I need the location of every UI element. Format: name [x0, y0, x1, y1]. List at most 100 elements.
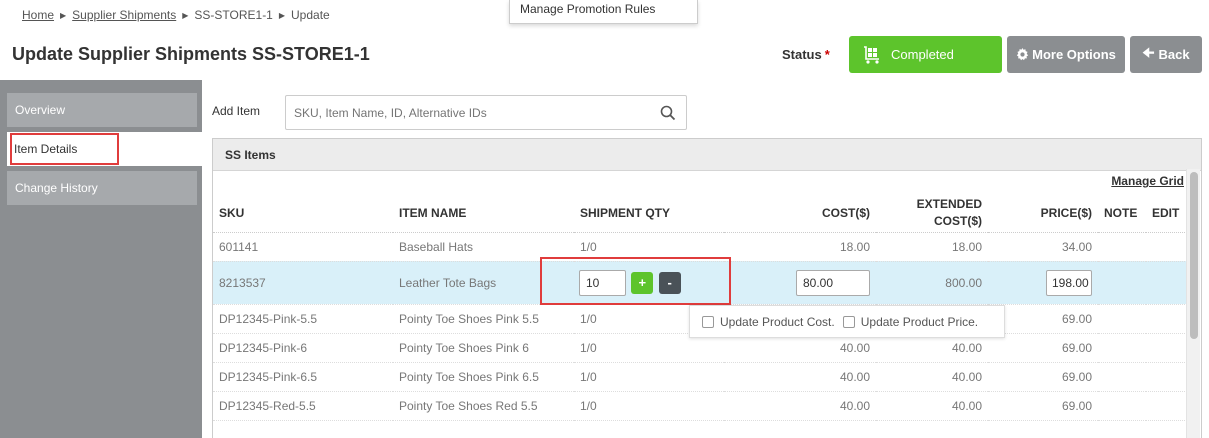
page-title: Update Supplier Shipments SS-STORE1-1: [12, 44, 370, 64]
cell-sku: 601141: [213, 232, 393, 262]
cell-edit: [1146, 304, 1187, 334]
table-header-row: SKU ITEM NAME SHIPMENT QTY COST($) EXTEN…: [213, 194, 1187, 233]
breadcrumb-home-link[interactable]: Home: [22, 8, 54, 22]
update-product-price-option[interactable]: Update Product Price.: [842, 314, 979, 329]
column-header-note[interactable]: NOTE: [1098, 194, 1146, 233]
cell-item-name: Pointy Toe Shoes Red 5.5: [393, 391, 574, 421]
table-row[interactable]: DP12345-Red-5.5 Pointy Toe Shoes Red 5.5…: [213, 391, 1187, 421]
ss-items-panel: SS Items Manage Grid SKU ITEM NAME SHIPM…: [212, 138, 1202, 438]
update-product-popup: Update Product Cost. Update Product Pric…: [689, 305, 1005, 338]
update-product-price-label: Update Product Price.: [860, 314, 979, 329]
cell-edit: [1146, 261, 1187, 305]
column-header-cost[interactable]: COST($): [724, 194, 876, 233]
column-header-sku[interactable]: SKU: [213, 194, 393, 233]
cell-note: [1098, 391, 1146, 421]
cell-edit: [1146, 333, 1187, 363]
chevron-right-icon: ▶: [182, 10, 189, 20]
panel-title: SS Items: [213, 139, 1201, 171]
arrow-left-icon: 🠈: [1142, 44, 1155, 60]
update-product-cost-option[interactable]: Update Product Cost.: [702, 315, 835, 329]
more-options-menu: Manage Promotion Rules: [509, 0, 698, 24]
sidebar-item-item-details[interactable]: Item Details: [7, 132, 202, 166]
cell-cost: 40.00: [724, 391, 876, 421]
table-scrollbar-thumb[interactable]: [1190, 172, 1198, 339]
gear-icon: [1016, 48, 1029, 61]
cell-extended-cost: 40.00: [876, 391, 988, 421]
search-icon[interactable]: [660, 105, 676, 121]
cell-shipment-qty-editor: + -: [574, 261, 724, 305]
cell-sku: DP12345-Red-5.5: [213, 391, 393, 421]
update-product-cost-checkbox[interactable]: [702, 315, 714, 328]
cell-note: [1098, 304, 1146, 334]
cell-item-name: Pointy Toe Shoes Pink 5.5: [393, 304, 574, 334]
cell-price: 69.00: [988, 362, 1098, 392]
breadcrumb-supplier-shipments-link[interactable]: Supplier Shipments: [72, 8, 176, 22]
cell-item-name: Leather Tote Bags: [393, 261, 574, 305]
cell-cost: 18.00: [724, 232, 876, 262]
table-scrollbar[interactable]: [1186, 169, 1200, 438]
sidebar-item-label: Change History: [15, 181, 98, 195]
shipment-qty-input[interactable]: [579, 269, 626, 296]
cell-cost: 40.00: [724, 362, 876, 392]
status-label-text: Status: [782, 47, 822, 62]
more-options-label: More Options: [1032, 47, 1116, 62]
cell-note: [1098, 261, 1146, 305]
chevron-right-icon: ▶: [278, 10, 286, 20]
cell-edit: [1146, 362, 1187, 392]
breadcrumb-current: Update: [291, 8, 330, 22]
cell-price: 69.00: [988, 391, 1098, 421]
cell-extended-cost: 800.00: [876, 261, 988, 305]
cell-sku: 8213537: [213, 261, 393, 305]
sidebar-item-label: Item Details: [9, 133, 120, 165]
sidebar-item-label: Overview: [15, 103, 66, 117]
cell-price-editor: [988, 261, 1098, 305]
cell-cost-editor: [724, 261, 876, 305]
cell-extended-cost: 18.00: [876, 232, 988, 262]
cell-note: [1098, 333, 1146, 363]
table-row-selected[interactable]: 8213537 Leather Tote Bags + - 800.00: [213, 261, 1187, 305]
cell-note: [1098, 362, 1146, 392]
column-header-edit[interactable]: EDIT: [1146, 194, 1187, 233]
sidebar-item-overview[interactable]: Overview: [7, 93, 197, 127]
price-input[interactable]: [1046, 269, 1092, 296]
cell-extended-cost: 40.00: [876, 362, 988, 392]
cell-edit: [1146, 232, 1187, 262]
back-button[interactable]: 🠈 Back: [1130, 36, 1202, 73]
column-header-shipment-qty[interactable]: SHIPMENT QTY: [574, 194, 724, 233]
sidebar-item-change-history[interactable]: Change History: [7, 171, 197, 205]
cell-sku: DP12345-Pink-5.5: [213, 304, 393, 334]
manage-grid-link[interactable]: Manage Grid: [1111, 174, 1184, 188]
cell-item-name: Pointy Toe Shoes Pink 6.5: [393, 362, 574, 392]
cell-shipment-qty: 1/0: [574, 391, 724, 421]
cost-input[interactable]: [796, 269, 870, 296]
qty-increment-button[interactable]: +: [631, 271, 654, 294]
status-button[interactable]: Completed: [849, 36, 1002, 73]
column-header-extended-cost-line2: COST($): [934, 213, 982, 228]
sidebar: Overview Item Details Change History: [0, 80, 202, 438]
more-options-button[interactable]: More Options: [1007, 36, 1125, 73]
column-header-price[interactable]: PRICE($): [988, 194, 1098, 233]
cell-item-name: Baseball Hats: [393, 232, 574, 262]
cell-shipment-qty: 1/0: [574, 362, 724, 392]
cell-sku: DP12345-Pink-6.5: [213, 362, 393, 392]
menu-item-manage-promotion-rules[interactable]: Manage Promotion Rules: [520, 2, 655, 16]
qty-decrement-button[interactable]: -: [658, 271, 681, 294]
add-item-search-input[interactable]: [294, 105, 660, 120]
column-header-item-name[interactable]: ITEM NAME: [393, 194, 574, 233]
cell-edit: [1146, 391, 1187, 421]
column-header-extended-cost[interactable]: EXTENDED COST($): [876, 194, 988, 233]
breadcrumb: Home ▶ Supplier Shipments ▶ SS-STORE1-1 …: [22, 8, 330, 22]
add-item-label: Add Item: [212, 104, 261, 118]
back-label: Back: [1158, 47, 1190, 62]
update-product-cost-label: Update Product Cost.: [720, 314, 835, 329]
required-mark: *: [824, 47, 830, 62]
cell-sku: DP12345-Pink-6: [213, 333, 393, 363]
table-row[interactable]: 601141 Baseball Hats 1/0 18.00 18.00 34.…: [213, 232, 1187, 262]
shipment-cart-icon: [864, 45, 879, 64]
update-product-price-checkbox[interactable]: [842, 315, 855, 328]
cell-note: [1098, 232, 1146, 262]
table-row[interactable]: DP12345-Pink-6.5 Pointy Toe Shoes Pink 6…: [213, 362, 1187, 392]
add-item-search: [285, 95, 687, 130]
cell-item-name: Pointy Toe Shoes Pink 6: [393, 333, 574, 363]
chevron-right-icon: ▶: [60, 10, 67, 20]
